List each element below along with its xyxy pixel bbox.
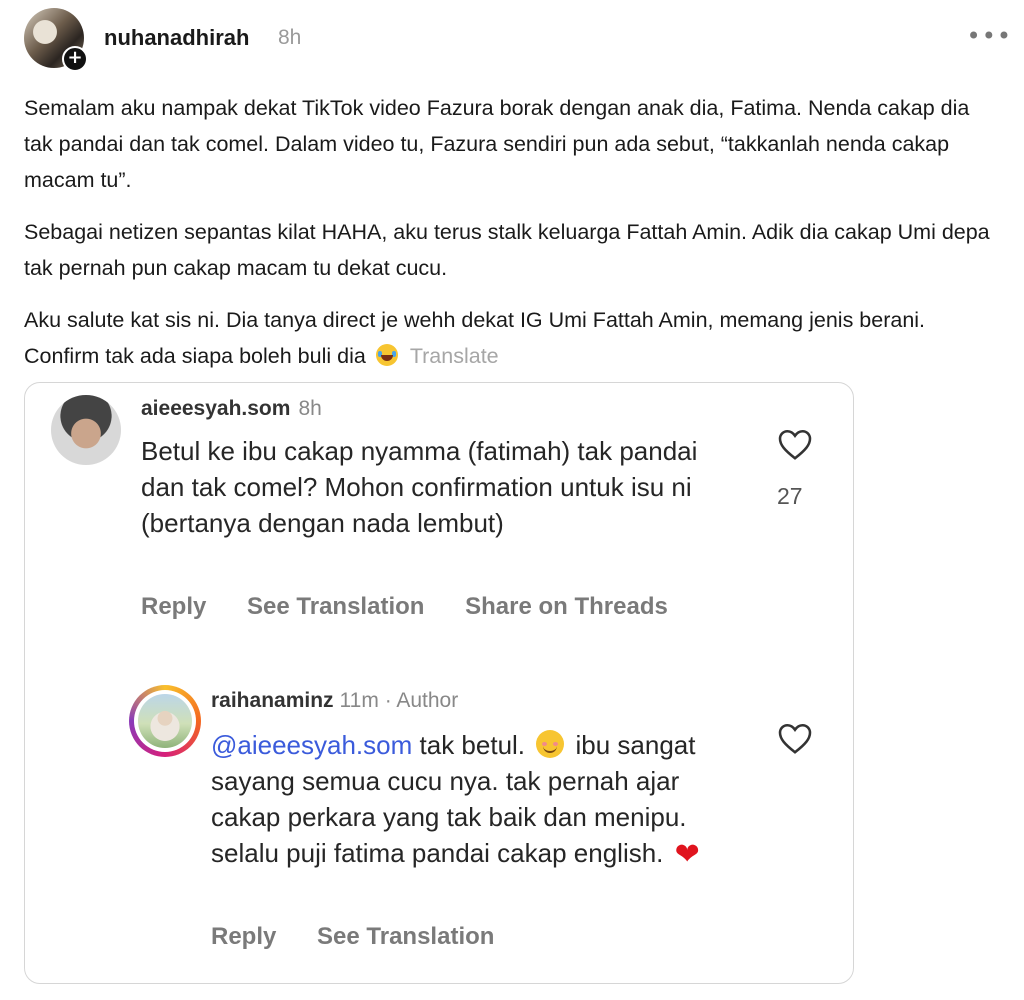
translate-link[interactable]: Translate bbox=[410, 344, 499, 368]
post-paragraph-1: Semalam aku nampak dekat TikTok video Fa… bbox=[24, 96, 970, 192]
comment2-header: raihanaminz 11m · Author bbox=[211, 689, 458, 713]
comment1-text: Betul ke ibu cakap nyamma (fatimah) tak … bbox=[141, 436, 698, 538]
see-translation-button[interactable]: See Translation bbox=[317, 923, 494, 950]
author-username[interactable]: nuhanadhirah bbox=[104, 25, 249, 51]
heart-icon[interactable] bbox=[777, 427, 813, 461]
post-body: Semalam aku nampak dekat TikTok video Fa… bbox=[24, 90, 994, 390]
author-avatar[interactable]: + bbox=[24, 8, 88, 72]
comment1-like-count: 27 bbox=[777, 483, 803, 509]
avatar-photo bbox=[138, 694, 192, 748]
comment1-header: aieeesyah.som 8h bbox=[141, 397, 322, 421]
follow-plus-icon[interactable]: + bbox=[62, 46, 88, 72]
comment2-time: 11m bbox=[339, 689, 379, 712]
reply-button[interactable]: Reply bbox=[211, 923, 276, 950]
comment1-actions: Reply See Translation Share on Threads bbox=[141, 593, 702, 621]
author-badge: · Author bbox=[384, 689, 459, 712]
post-paragraph-3: Aku salute kat sis ni. Dia tanya direct … bbox=[24, 302, 994, 374]
smiling-emoji-icon bbox=[536, 730, 565, 758]
laughing-emoji-icon bbox=[375, 344, 398, 366]
red-heart-emoji-icon: ❤ bbox=[674, 837, 700, 872]
mention-link[interactable]: @aieeesyah.som bbox=[211, 730, 412, 760]
comment2-text-a: tak betul. bbox=[419, 730, 526, 760]
commenter-avatar[interactable] bbox=[51, 395, 121, 465]
comment1-time: 8h bbox=[298, 397, 322, 420]
author-story-avatar[interactable] bbox=[129, 685, 201, 757]
comment2-text: @aieeesyah.som tak betul. ibu sangat say… bbox=[211, 727, 731, 873]
post-header: + nuhanadhirah 8h ••• bbox=[24, 8, 1011, 72]
reply-button[interactable]: Reply bbox=[141, 593, 206, 620]
comment2-actions: Reply See Translation bbox=[211, 923, 528, 951]
post-timestamp: 8h bbox=[278, 26, 302, 49]
avatar-ring-inner bbox=[134, 690, 196, 752]
comment1-username[interactable]: aieeesyah.som bbox=[141, 397, 290, 420]
heart-icon[interactable] bbox=[777, 721, 813, 755]
embedded-comments-card[interactable]: aieeesyah.som 8h Betul ke ibu cakap nyamm… bbox=[24, 382, 854, 984]
see-translation-button[interactable]: See Translation bbox=[247, 593, 424, 620]
more-options-icon[interactable]: ••• bbox=[967, 22, 1012, 50]
post-paragraph-2: Sebagai netizen sepantas kilat HAHA, aku… bbox=[24, 220, 990, 280]
comment2-username[interactable]: raihanaminz bbox=[211, 689, 334, 712]
share-on-threads-button[interactable]: Share on Threads bbox=[465, 593, 668, 620]
